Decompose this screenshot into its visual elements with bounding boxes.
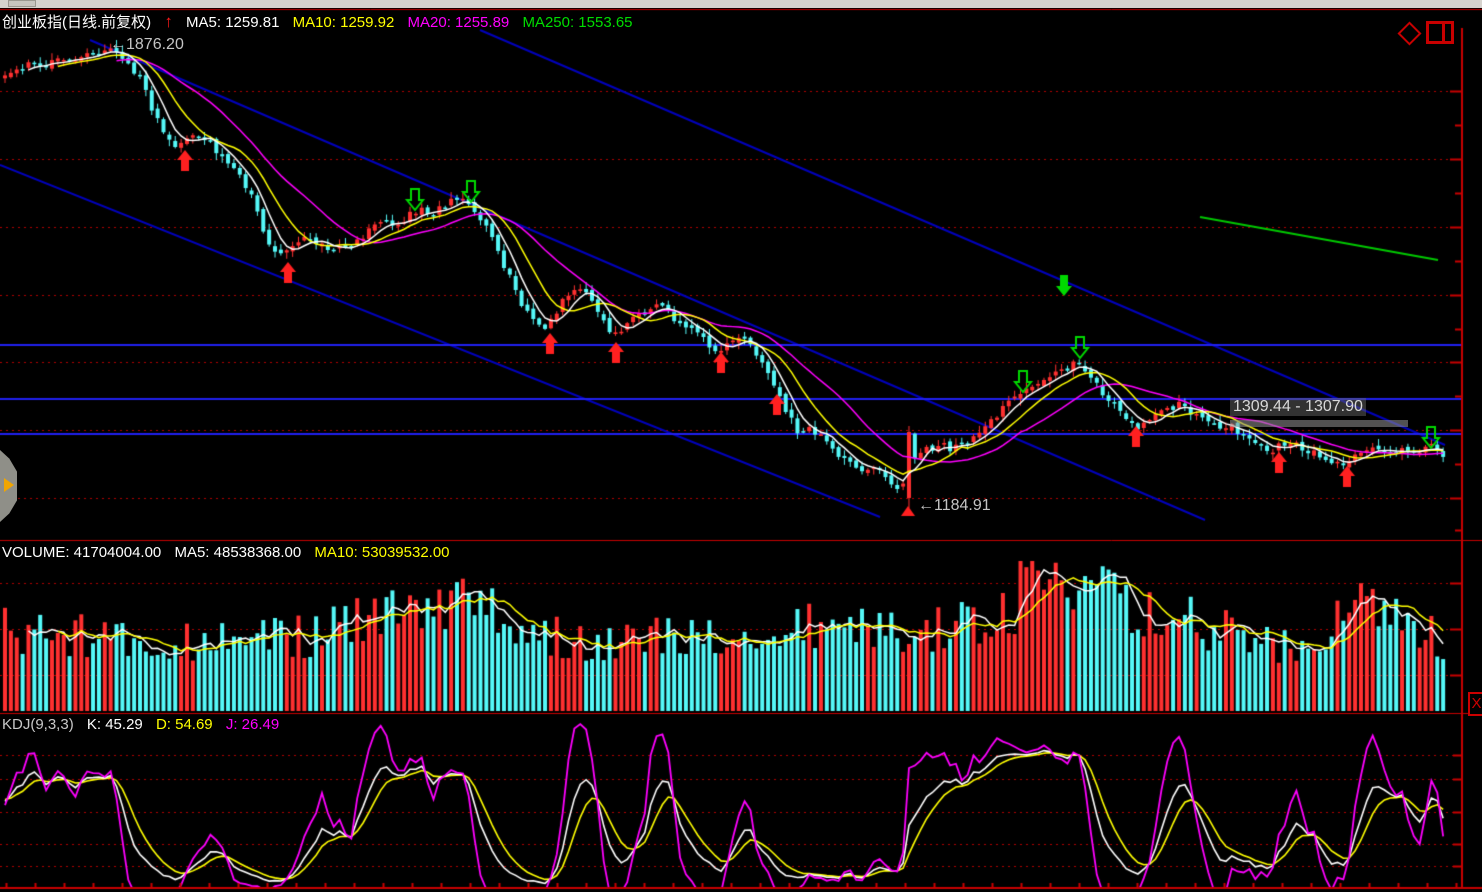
split-window-icon-divider <box>1442 24 1445 41</box>
volume-header: VOLUME: 41704004.00 MA5: 48538368.00 MA1… <box>2 544 459 561</box>
price-chart-canvas[interactable] <box>0 0 1482 892</box>
kdj-j-value: J: 26.49 <box>226 716 279 733</box>
vol-ma10-value: MA10: 53039532.00 <box>314 544 449 561</box>
ma5-label: MA5: 1259.81 <box>186 14 279 31</box>
split-window-icon[interactable] <box>1426 21 1454 44</box>
close-indicator-button[interactable]: X <box>1468 692 1482 716</box>
symbol-title: 创业板指(日线.前复权) <box>2 14 151 31</box>
kdj-name: KDJ(9,3,3) <box>2 716 74 733</box>
ma250-label: MA250: 1553.65 <box>522 14 632 31</box>
kdj-k-value: K: 45.29 <box>87 716 143 733</box>
period-high-label: ←1876.20 <box>110 36 184 54</box>
top-toolbar-button[interactable] <box>8 0 36 7</box>
vol-ma5-value: MA5: 48538368.00 <box>174 544 301 561</box>
period-low-label: ←1184.91 <box>918 497 991 515</box>
gap-range-label: 1309.44 - 1307.90 <box>1230 398 1366 416</box>
kdj-header: KDJ(9,3,3) K: 45.29 D: 54.69 J: 26.49 <box>2 716 288 733</box>
expand-arrow-icon <box>4 478 14 492</box>
gap-band <box>1230 420 1408 427</box>
trend-up-icon: ↑ <box>164 12 173 31</box>
kdj-d-value: D: 54.69 <box>156 716 213 733</box>
ma20-label: MA20: 1255.89 <box>408 14 510 31</box>
top-toolbar-strip <box>0 0 1482 8</box>
trading-app-window: 创业板指(日线.前复权) ↑ MA5: 1259.81 MA10: 1259.9… <box>0 0 1482 892</box>
ma10-label: MA10: 1259.92 <box>293 14 395 31</box>
volume-value: VOLUME: 41704004.00 <box>2 544 161 561</box>
main-chart-header: 创业板指(日线.前复权) ↑ MA5: 1259.81 MA10: 1259.9… <box>2 11 642 32</box>
